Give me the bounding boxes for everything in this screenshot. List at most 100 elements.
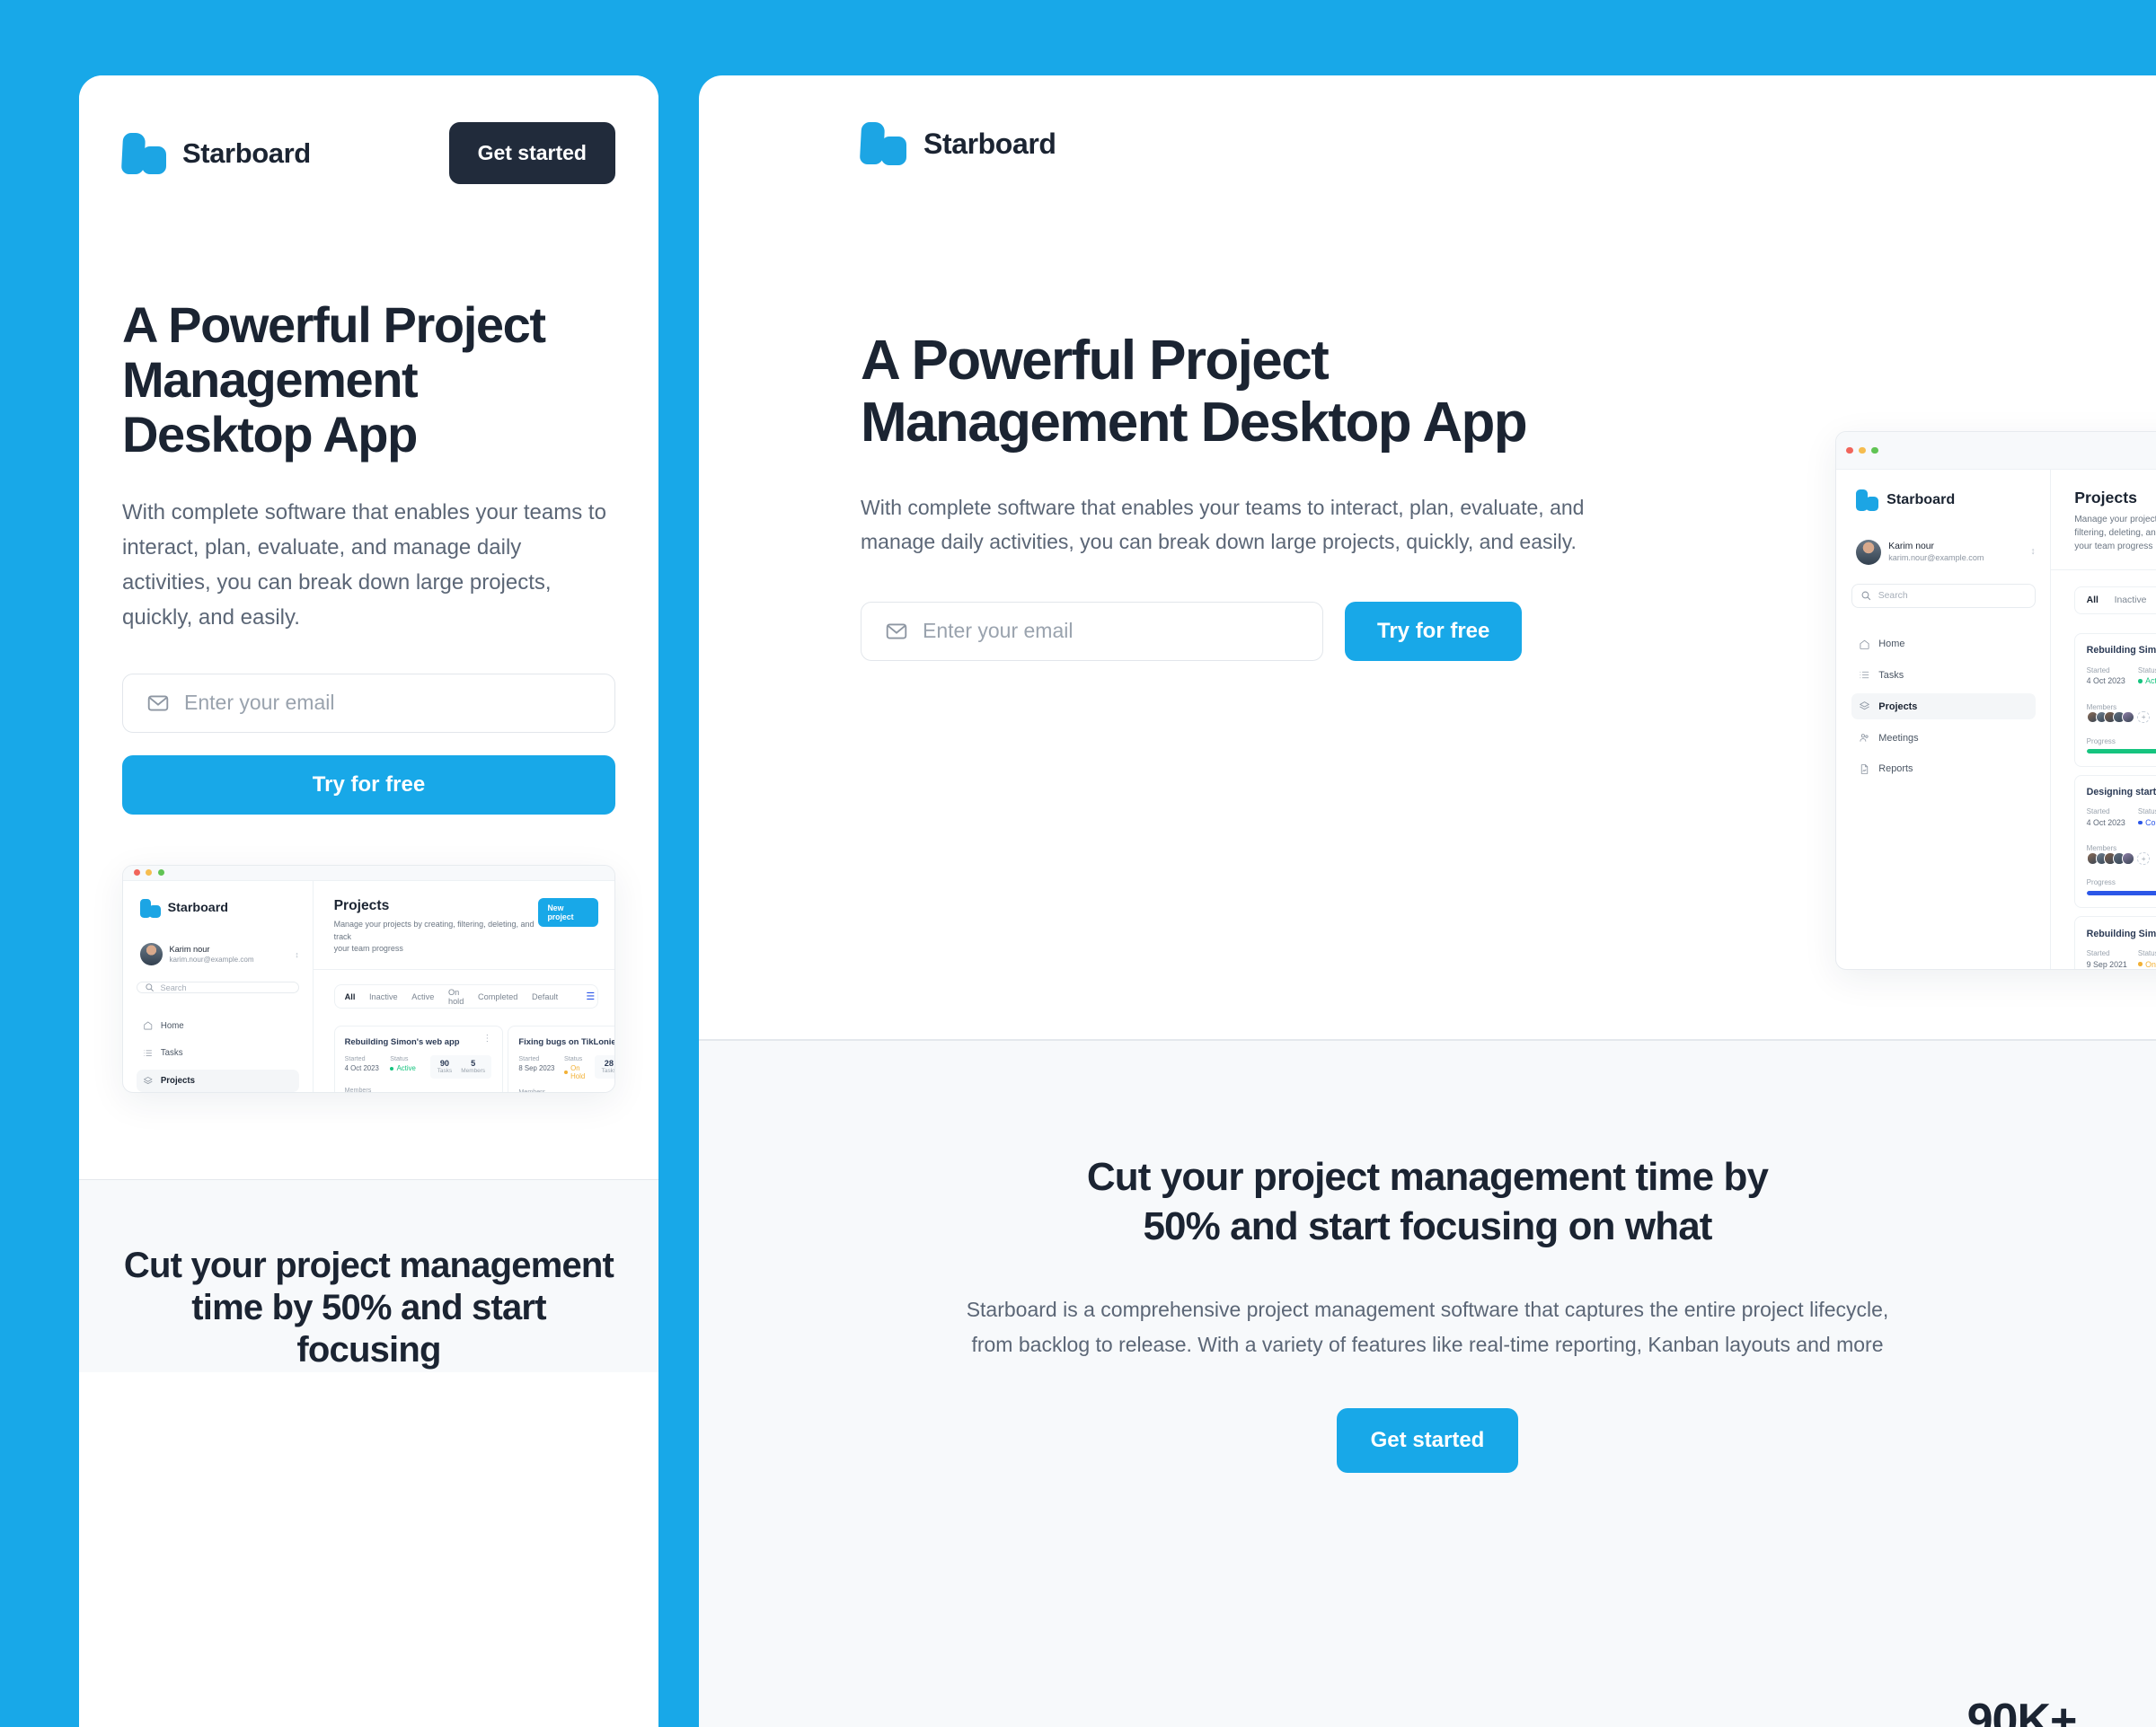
mobile-app-screenshot: Starboard Karim nour karim.nour@example.co… bbox=[122, 864, 615, 1093]
cta-heading-line-1: Cut your project management time by bbox=[1086, 1154, 1769, 1199]
desktop-get-started-button[interactable]: Get started bbox=[1336, 1407, 1519, 1473]
window-dot-green[interactable] bbox=[157, 869, 164, 877]
page-root: Starboard Get started A Powerful Project… bbox=[0, 0, 2156, 1727]
sidebar-item-reports[interactable]: Reports bbox=[1851, 756, 2036, 782]
project-members-count: 5 bbox=[471, 1059, 476, 1069]
desktop-email-input[interactable] bbox=[923, 619, 1299, 644]
sidebar-item-meetings[interactable]: Meetings bbox=[1851, 725, 2036, 751]
project-card[interactable]: Fixing bugs on TikLonie⋮Started8 Sep 202… bbox=[508, 1025, 614, 1092]
sidebar-item-projects[interactable]: Projects bbox=[136, 1070, 299, 1092]
status-badge: Active bbox=[2137, 676, 2156, 685]
get-started-button[interactable]: Get started bbox=[448, 122, 615, 184]
project-filter-tabs: All Inactive Active On hold Completed Default… bbox=[333, 983, 598, 1009]
status-badge: On Hold bbox=[2137, 960, 2156, 969]
desktop-navbar: Starboard bbox=[699, 75, 2156, 167]
tasks-count-label: Tasks bbox=[437, 1068, 453, 1075]
started-label: Started bbox=[2086, 665, 2110, 674]
desktop-brand[interactable]: Starboard bbox=[859, 120, 2156, 167]
members-label: Members bbox=[2086, 844, 2117, 853]
hero-heading-line-1: A Powerful Project bbox=[861, 330, 1330, 392]
filter-tab-all[interactable]: All bbox=[345, 992, 356, 1001]
sidebar-item-label: Tasks bbox=[1878, 669, 1904, 681]
app-page-title: Projects bbox=[2074, 488, 2137, 507]
project-card[interactable]: Rebuilding Simon's web app⋮Started4 Oct … bbox=[333, 1025, 503, 1092]
filter-tab-inactive[interactable]: Inactive bbox=[2115, 595, 2147, 605]
progress-bar bbox=[2086, 749, 2156, 753]
app-page-subtitle: Manage your projects by creating, filter… bbox=[2074, 514, 2156, 552]
app-search-placeholder: Search bbox=[160, 982, 187, 992]
mobile-email-field[interactable] bbox=[122, 673, 615, 733]
sidebar-item-home[interactable]: Home bbox=[137, 1014, 299, 1036]
mobile-hero-subheading: With complete software that enables your… bbox=[122, 500, 606, 630]
sidebar-item-tasks[interactable]: Tasks bbox=[1851, 663, 2036, 689]
desktop-try-for-free-button[interactable]: Try for free bbox=[1345, 601, 1523, 661]
started-label: Started bbox=[344, 1054, 366, 1062]
app-user-name: Karim nour bbox=[169, 945, 210, 955]
sidebar-item-label: Projects bbox=[1878, 700, 1918, 712]
sidebar-item-label: Home bbox=[1878, 639, 1905, 650]
sidebar-item-tasks[interactable]: Tasks bbox=[137, 1042, 299, 1064]
app-main: Projects Manage your projects by creating… bbox=[2051, 470, 2156, 969]
document-icon bbox=[1859, 763, 1870, 775]
filter-tab-default[interactable]: Default bbox=[532, 992, 558, 1001]
starboard-logo-icon bbox=[140, 898, 161, 919]
home-icon bbox=[143, 1020, 154, 1031]
window-titlebar bbox=[123, 865, 614, 882]
window-dot-red[interactable] bbox=[134, 869, 140, 877]
window-dot-red[interactable] bbox=[1846, 446, 1854, 454]
starboard-logo-icon bbox=[120, 131, 167, 176]
member-avatars: + bbox=[2086, 852, 2156, 865]
desktop-cta-heading: Cut your project management time by 50% … bbox=[699, 1152, 2156, 1251]
status-label: Status bbox=[564, 1054, 583, 1062]
sidebar-item-projects[interactable]: Projects bbox=[1851, 693, 2036, 719]
members-label: Members bbox=[518, 1088, 614, 1091]
filter-tab-on-hold[interactable]: On hold bbox=[448, 988, 464, 1006]
project-card[interactable]: Designing startup mobile app⋮Started4 Oc… bbox=[2074, 774, 2156, 909]
mobile-brand[interactable]: Starboard bbox=[120, 131, 311, 176]
app-search-field[interactable]: Search bbox=[1851, 583, 2036, 608]
new-project-button[interactable]: New project bbox=[538, 897, 598, 928]
filter-tab-all[interactable]: All bbox=[2087, 595, 2099, 605]
project-started-date: 8 Sep 2023 bbox=[518, 1064, 555, 1073]
tasks-count-label: Tasks bbox=[601, 1068, 614, 1075]
window-dot-yellow[interactable] bbox=[1859, 446, 1867, 454]
list-view-toggle-icon[interactable]: ☰ bbox=[586, 991, 595, 1002]
status-label: Status bbox=[390, 1054, 409, 1062]
app-user-profile[interactable]: Karim nour karim.nour@example.com ↕ bbox=[1851, 539, 2036, 565]
stats-row: 90K+ Active users 120K Total Sales 25+ C… bbox=[1903, 1694, 2156, 1727]
project-card[interactable]: Rebuilding Simon's web app⋮Started9 Sep … bbox=[2074, 916, 2156, 969]
chevron-updown-icon[interactable]: ↕ bbox=[295, 950, 299, 959]
desktop-signup-form: Try for free bbox=[861, 601, 1723, 661]
app-page-subtitle: Manage your projects by creating, filter… bbox=[333, 920, 535, 954]
brand-name: Starboard bbox=[923, 127, 1056, 160]
filter-tab-inactive[interactable]: Inactive bbox=[369, 992, 398, 1001]
status-badge: Active bbox=[390, 1064, 430, 1072]
sidebar-item-home[interactable]: Home bbox=[1851, 631, 2036, 657]
envelope-icon bbox=[885, 620, 908, 643]
chevron-updown-icon[interactable]: ↕ bbox=[2030, 547, 2035, 557]
mobile-try-for-free-button[interactable]: Try for free bbox=[122, 754, 615, 815]
desktop-email-field[interactable] bbox=[861, 601, 1323, 661]
filter-tab-completed[interactable]: Completed bbox=[478, 992, 517, 1001]
list-icon bbox=[1859, 669, 1870, 681]
app-user-profile[interactable]: Karim nour karim.nour@example.com ↕ bbox=[137, 943, 299, 966]
status-label: Status bbox=[2137, 949, 2156, 958]
app-search-field[interactable]: Search bbox=[136, 982, 299, 994]
window-dot-green[interactable] bbox=[1871, 446, 1878, 454]
people-icon bbox=[1859, 732, 1870, 744]
app-brand-name: Starboard bbox=[1886, 491, 1956, 508]
filter-tab-active[interactable]: Active bbox=[411, 992, 434, 1001]
project-cards-grid: Rebuilding Simon's web app ⋮ Started 4 Oct … bbox=[333, 1025, 614, 1092]
search-icon bbox=[1860, 590, 1871, 601]
app-main-body: AllInactiveActiveOn holdCompletedDefault… bbox=[2051, 570, 2156, 969]
stat-item: 90K+ Active users bbox=[1903, 1694, 2141, 1727]
mobile-email-input[interactable] bbox=[184, 691, 591, 716]
app-main-header: Projects Manage your projects by creating… bbox=[2051, 470, 2156, 571]
desktop-app-screenshot: Starboard Karim nour karim.nour@example.co… bbox=[1835, 431, 2156, 970]
project-card[interactable]: Rebuilding Simon's web app⋮Started4 Oct … bbox=[2074, 632, 2156, 767]
window-dot-yellow[interactable] bbox=[146, 869, 153, 877]
add-member-button[interactable]: + bbox=[2137, 852, 2150, 865]
members-count-label: Members bbox=[461, 1068, 486, 1075]
project-card-menu-icon[interactable]: ⋮ bbox=[482, 1034, 491, 1043]
add-member-button[interactable]: + bbox=[2137, 710, 2150, 724]
